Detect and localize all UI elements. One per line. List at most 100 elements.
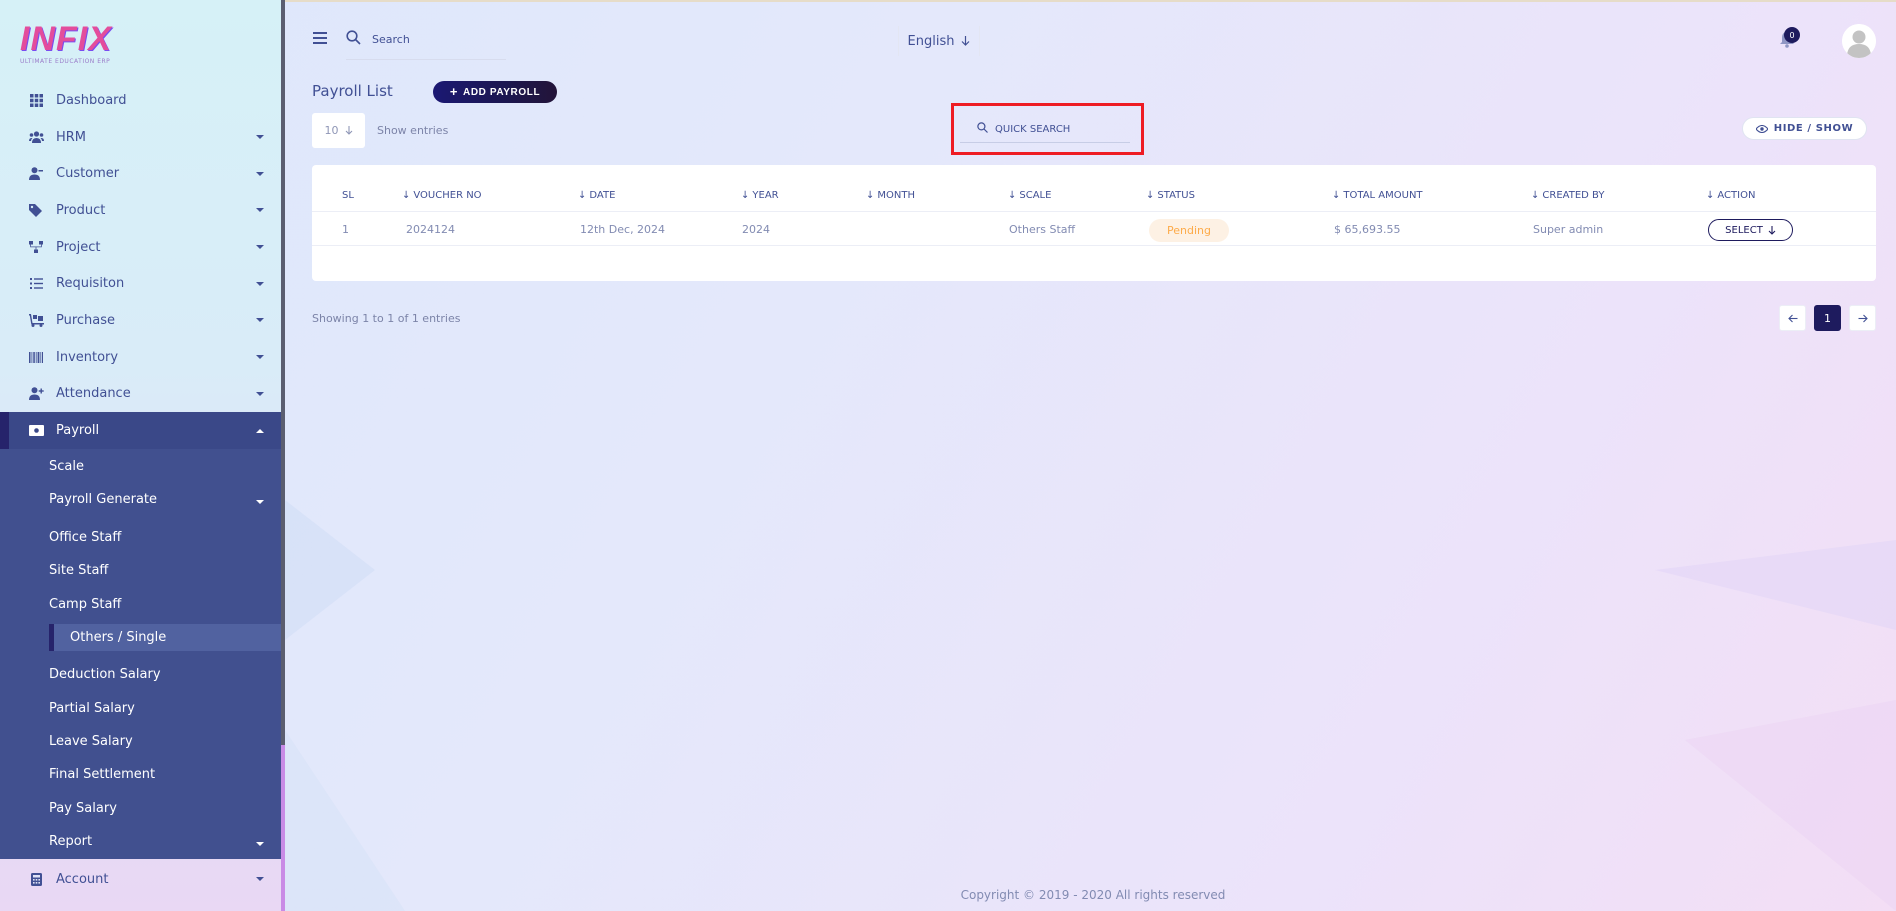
sidebar-item-dashboard[interactable]: Dashboard xyxy=(0,82,282,119)
sidebar-subitem-pay-salary[interactable]: Pay Salary xyxy=(49,801,117,816)
column-header-month[interactable]: ↓ MONTH xyxy=(866,190,915,201)
chevron-down-icon xyxy=(256,500,264,504)
sidebar-subitem-camp-staff[interactable]: Camp Staff xyxy=(49,597,121,612)
list-icon xyxy=(28,276,44,292)
hamburger-menu-icon[interactable] xyxy=(313,32,327,44)
hide-show-columns-button[interactable]: HIDE / SHOW xyxy=(1742,117,1867,140)
column-header-voucher-no[interactable]: ↓ VOUCHER NO xyxy=(402,190,482,201)
sidebar: INFIX Ultimate Education ERP Dashboard H… xyxy=(0,0,282,911)
cell-sl: 1 xyxy=(342,223,349,236)
sidebar-subitem-report[interactable]: Report xyxy=(49,834,92,849)
entries-per-page-select[interactable]: 10 xyxy=(312,113,365,148)
chevron-up-icon xyxy=(256,428,264,433)
money-icon xyxy=(28,423,44,439)
column-header-date[interactable]: ↓ DATE xyxy=(578,190,615,201)
search-icon xyxy=(346,30,361,45)
sidebar-subitem-leave-salary[interactable]: Leave Salary xyxy=(49,734,133,749)
payroll-menu: Payroll Scale Payroll Generate Office St… xyxy=(0,412,282,859)
sitemap-icon xyxy=(28,239,44,255)
cell-date: 12th Dec, 2024 xyxy=(580,223,666,236)
sidebar-item-hrm[interactable]: HRM xyxy=(0,119,282,156)
sort-arrow-icon: ↓ xyxy=(1706,190,1715,201)
chevron-down-icon xyxy=(256,208,264,213)
dolly-icon xyxy=(28,312,44,328)
chevron-down-icon xyxy=(256,135,264,140)
sidebar-subitem-others-single[interactable]: Others / Single xyxy=(49,624,282,651)
add-payroll-button[interactable]: + ADD PAYROLL xyxy=(433,81,557,103)
row-action-select-button[interactable]: SELECT xyxy=(1708,219,1793,241)
sidebar-subitem-site-staff[interactable]: Site Staff xyxy=(49,563,108,578)
chevron-down-icon xyxy=(256,318,264,323)
users-icon xyxy=(28,129,44,145)
calculator-icon xyxy=(28,871,44,887)
sidebar-item-label: Customer xyxy=(56,166,120,182)
column-header-created-by[interactable]: ↓ CREATED BY xyxy=(1531,190,1604,201)
sidebar-subitem-deduction-salary[interactable]: Deduction Salary xyxy=(49,667,161,682)
sidebar-item-customer[interactable]: Customer xyxy=(0,155,282,192)
sidebar-subitem-final-settlement[interactable]: Final Settlement xyxy=(49,767,155,782)
chevron-down-icon xyxy=(256,391,264,396)
select-label: SELECT xyxy=(1725,224,1763,236)
column-header-sl[interactable]: SL xyxy=(342,190,354,201)
eye-icon xyxy=(1755,124,1768,133)
column-header-year[interactable]: ↓ YEAR xyxy=(741,190,779,201)
sidebar-item-product[interactable]: Product xyxy=(0,192,282,229)
sidebar-item-payroll[interactable]: Payroll xyxy=(0,412,282,449)
column-header-status[interactable]: ↓ STATUS xyxy=(1146,190,1195,201)
sort-arrow-icon: ↓ xyxy=(1332,190,1341,201)
quick-search xyxy=(960,115,1130,143)
sidebar-item-label: Product xyxy=(56,202,106,218)
pagination-info: Showing 1 to 1 of 1 entries xyxy=(312,312,461,325)
cell-total-amount: $ 65,693.55 xyxy=(1334,223,1401,236)
sidebar-item-label: Purchase xyxy=(56,312,116,328)
status-badge: Pending xyxy=(1149,219,1229,242)
arrow-right-icon xyxy=(1858,314,1868,322)
header-search xyxy=(346,30,506,60)
plus-icon: + xyxy=(449,84,459,99)
chevron-down-icon xyxy=(256,171,264,176)
search-icon xyxy=(977,122,988,133)
chevron-down-icon xyxy=(256,245,264,250)
sort-arrow-icon: ↓ xyxy=(741,190,750,201)
entries-label: Show entries xyxy=(377,124,449,137)
sidebar-subitem-office-staff[interactable]: Office Staff xyxy=(49,530,121,545)
column-header-total-amount[interactable]: ↓ TOTAL AMOUNT xyxy=(1332,190,1423,201)
sidebar-item-label: Dashboard xyxy=(56,92,127,108)
sort-arrow-icon: ↓ xyxy=(402,190,411,201)
sidebar-subitem-partial-salary[interactable]: Partial Salary xyxy=(49,701,135,716)
active-indicator xyxy=(49,624,54,651)
sidebar-subitem-scale[interactable]: Scale xyxy=(49,459,84,474)
page-title: Payroll List xyxy=(312,82,393,100)
footer-copyright: Copyright © 2019 - 2020 All rights reser… xyxy=(960,888,1226,902)
language-select[interactable]: English xyxy=(898,26,980,56)
logo-tagline: Ultimate Education ERP xyxy=(20,58,111,65)
notification-badge: 0 xyxy=(1784,27,1800,43)
sidebar-item-label: HRM xyxy=(56,129,87,145)
sidebar-item-project[interactable]: Project xyxy=(0,229,282,266)
logo-text: INFIX xyxy=(20,20,112,58)
entries-value: 10 xyxy=(324,124,339,137)
sidebar-nav: Dashboard HRM Customer Product Project R… xyxy=(0,82,282,412)
search-input[interactable] xyxy=(372,30,502,48)
active-indicator xyxy=(0,412,9,449)
grid-icon xyxy=(28,92,44,108)
avatar[interactable] xyxy=(1842,24,1876,58)
arrow-left-icon xyxy=(1787,314,1797,322)
user-avatar-icon xyxy=(1842,24,1876,58)
pagination-page-1[interactable]: 1 xyxy=(1814,305,1841,331)
sort-arrow-icon: ↓ xyxy=(578,190,587,201)
sidebar-subitem-payroll-generate[interactable]: Payroll Generate xyxy=(49,492,157,507)
column-header-action[interactable]: ↓ ACTION xyxy=(1706,190,1755,201)
quick-search-input[interactable] xyxy=(995,120,1125,138)
sidebar-item-attendance[interactable]: Attendance xyxy=(0,376,282,413)
sidebar-item-purchase[interactable]: Purchase xyxy=(0,302,282,339)
sidebar-item-inventory[interactable]: Inventory xyxy=(0,339,282,376)
background-decoration xyxy=(285,500,1896,911)
pagination-next-button[interactable] xyxy=(1849,305,1876,331)
arrow-down-icon xyxy=(345,126,352,135)
sidebar-item-label: Account xyxy=(56,871,109,887)
table-row-divider xyxy=(312,245,1876,246)
column-header-scale[interactable]: ↓ SCALE xyxy=(1008,190,1051,201)
pagination-prev-button[interactable] xyxy=(1779,305,1806,331)
sidebar-item-requisiton[interactable]: Requisiton xyxy=(0,265,282,302)
